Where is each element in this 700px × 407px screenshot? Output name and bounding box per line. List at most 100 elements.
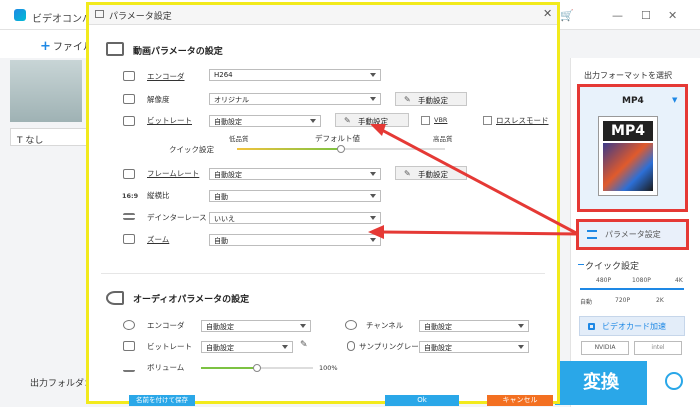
- tick-720p: 720P: [615, 297, 631, 304]
- samplerate-select[interactable]: 自動設定: [419, 341, 529, 353]
- quick-setting-slider[interactable]: [580, 288, 684, 290]
- lossless-label: ロスレスモード: [496, 116, 549, 125]
- resolution-label: 解像度: [147, 95, 170, 104]
- volume-slider-knob[interactable]: [253, 364, 261, 372]
- volume-icon: [123, 362, 135, 372]
- vbr-checkbox[interactable]: [421, 116, 430, 125]
- low-quality-label: 低品質: [229, 135, 249, 143]
- parameter-settings-dialog: パラメータ設定 ✕ 動画パラメータの設定 エンコーダ H264 解像度 オリジナ…: [86, 2, 560, 406]
- zoom-select[interactable]: 自動: [209, 234, 381, 246]
- resolution-select[interactable]: オリジナル: [209, 93, 381, 105]
- video-bitrate-label: ビットレート: [147, 116, 192, 125]
- dropdown-arrow-icon: [282, 345, 288, 349]
- deinterlace-icon: [123, 213, 135, 220]
- default-value-label: デフォルト値: [315, 134, 360, 143]
- vbr-label: VBR: [434, 116, 448, 124]
- microphone-icon: [347, 341, 355, 351]
- audio-encoder-label: エンコーダ: [147, 321, 185, 330]
- audio-bitrate-pencil-icon[interactable]: ✎: [300, 340, 308, 350]
- audio-bitrate-label: ビットレート: [147, 342, 192, 351]
- close-icon[interactable]: ✕: [668, 9, 677, 22]
- resolution-icon: [123, 94, 135, 104]
- video-encoder-select[interactable]: H264: [209, 69, 381, 81]
- dropdown-arrow-icon: [370, 172, 376, 176]
- volume-slider-fill: [201, 367, 257, 369]
- volume-label: ボリューム: [147, 363, 185, 372]
- aspect-ratio-icon: 16:9: [122, 192, 139, 200]
- cart-icon[interactable]: 🛒: [560, 9, 574, 22]
- dropdown-arrow-icon: [300, 324, 306, 328]
- alarm-button[interactable]: [649, 361, 700, 405]
- samplerate-label: サンプリングレート: [359, 342, 427, 351]
- minimize-icon[interactable]: —: [612, 9, 623, 22]
- mp4-icon-label: MP4: [603, 121, 653, 141]
- aspect-ratio-label: 縦横比: [147, 191, 170, 200]
- save-as-button[interactable]: 名前を付けて保存: [129, 395, 195, 406]
- channel-label: チャンネル: [366, 321, 404, 330]
- audio-bitrate-icon: [123, 341, 135, 351]
- sliders-icon: [587, 230, 597, 239]
- dropdown-arrow-icon: [370, 97, 376, 101]
- pencil-icon: ✎: [344, 116, 351, 125]
- quick-setting-marker: [578, 264, 584, 265]
- dialog-window-icon: [95, 10, 104, 18]
- quick-setting-text: クイック設定: [169, 145, 214, 154]
- zoom-label: ズーム: [147, 235, 170, 244]
- convert-button[interactable]: 変換: [555, 361, 647, 405]
- encoder-gear-icon: [123, 71, 135, 81]
- audio-section-title: オーディオパラメータの設定: [133, 295, 250, 305]
- dropdown-arrow-icon: [370, 73, 376, 77]
- add-file-button[interactable]: + ファイル: [40, 38, 93, 54]
- ok-button[interactable]: Ok: [385, 395, 459, 406]
- dropdown-arrow-icon: [370, 238, 376, 242]
- output-folder-label: 出力フォルダ：: [30, 379, 94, 389]
- dialog-close-icon[interactable]: ✕: [543, 7, 552, 20]
- mp4-format-icon[interactable]: MP4: [598, 116, 658, 196]
- audio-bitrate-select[interactable]: 自動設定: [201, 341, 293, 353]
- parameter-settings-button[interactable]: パラメータ設定: [576, 219, 689, 250]
- plus-icon: +: [40, 39, 51, 54]
- dropdown-arrow-icon: [518, 345, 524, 349]
- framerate-manual-button[interactable]: ✎ 手動設定: [395, 166, 467, 180]
- bitrate-manual-button[interactable]: ✎ 手動設定: [335, 113, 409, 127]
- quick-setting-label: クイック設定: [585, 262, 640, 272]
- audio-encoder-select[interactable]: 自動設定: [201, 320, 311, 332]
- app-logo-icon: [14, 9, 26, 21]
- pencil-icon: ✎: [404, 95, 411, 104]
- caret-down-icon[interactable]: ▼: [672, 96, 677, 104]
- framerate-select[interactable]: 自動設定: [209, 168, 381, 180]
- video-bitrate-select[interactable]: 自動設定: [209, 115, 321, 127]
- video-thumbnail[interactable]: [10, 60, 82, 122]
- quality-slider-knob[interactable]: [337, 145, 345, 153]
- audio-settings-icon: [106, 291, 124, 305]
- resolution-manual-button[interactable]: ✎ 手動設定: [395, 92, 467, 106]
- tick-480p: 480P: [596, 277, 612, 284]
- tick-4k: 4K: [675, 277, 683, 284]
- gpu-acceleration-button[interactable]: ビデオカード加速: [579, 316, 685, 336]
- intel-badge: intel: [634, 341, 682, 355]
- video-settings-icon: [106, 42, 124, 56]
- maximize-icon[interactable]: ☐: [641, 9, 651, 22]
- dropdown-arrow-icon: [310, 119, 316, 123]
- dialog-title: パラメータ設定: [109, 12, 172, 22]
- cancel-button[interactable]: キャンセル: [487, 395, 553, 406]
- lossless-checkbox[interactable]: [483, 116, 492, 125]
- alarm-clock-icon: [665, 372, 683, 390]
- quality-slider-fill: [237, 148, 341, 150]
- pencil-icon: ✎: [404, 169, 411, 178]
- dropdown-arrow-icon: [370, 194, 376, 198]
- subtitle-select[interactable]: T なし: [10, 128, 90, 146]
- channel-icon: [345, 320, 357, 330]
- channel-select[interactable]: 自動設定: [419, 320, 529, 332]
- chip-icon: [588, 323, 595, 330]
- deinterlace-select[interactable]: いいえ: [209, 212, 381, 224]
- output-format-title: 出力フォーマットを選択: [584, 71, 672, 80]
- deinterlace-label: デインターレース: [147, 213, 207, 222]
- high-quality-label: 高品質: [433, 135, 453, 143]
- tick-1080p: 1080P: [632, 277, 651, 284]
- volume-value: 100%: [319, 364, 338, 372]
- framerate-icon: [123, 169, 135, 179]
- tick-2k: 2K: [656, 297, 664, 304]
- framerate-label: フレームレート: [147, 169, 200, 178]
- aspect-ratio-select[interactable]: 自動: [209, 190, 381, 202]
